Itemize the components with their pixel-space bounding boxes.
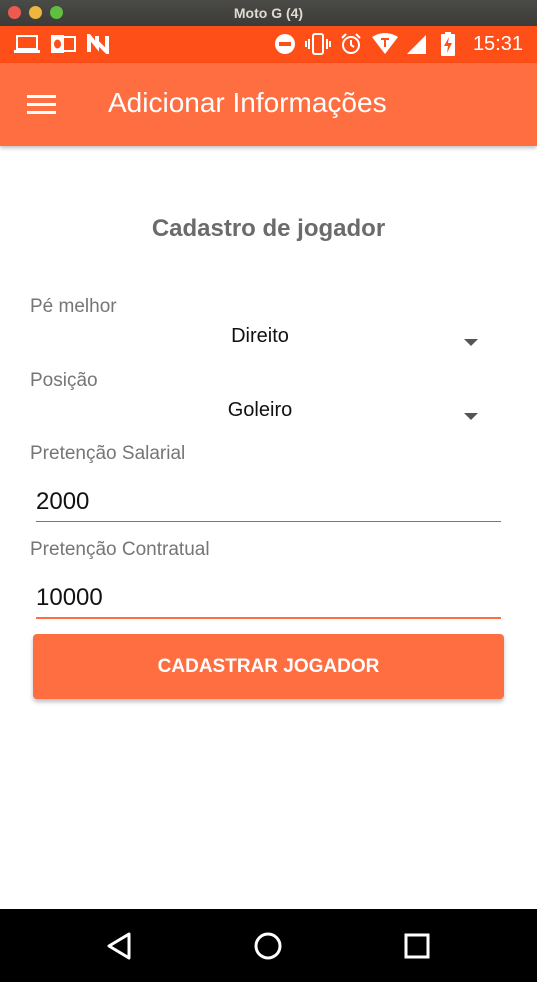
outlook-icon: [51, 33, 76, 55]
chevron-down-icon: [464, 413, 478, 420]
posicao-dropdown[interactable]: Goleiro: [30, 399, 490, 435]
do-not-disturb-icon: [274, 33, 296, 55]
pretencao-contratual-input[interactable]: [36, 579, 501, 617]
navigation-bar: [0, 909, 537, 982]
battery-charging-icon: [440, 32, 456, 56]
pe-melhor-dropdown[interactable]: Direito: [30, 325, 490, 361]
pe-melhor-label: Pé melhor: [30, 296, 117, 317]
vibrate-icon: [304, 33, 332, 55]
home-icon[interactable]: [250, 928, 286, 964]
pretencao-salarial-underline: [36, 521, 501, 522]
pretencao-salarial-label: Pretenção Salarial: [30, 443, 186, 464]
status-bar: 15:31: [0, 26, 537, 63]
recents-icon[interactable]: [399, 928, 435, 964]
wifi-icon: [372, 33, 398, 55]
app-bar: Adicionar Informações: [0, 63, 537, 146]
posicao-value: Goleiro: [227, 399, 293, 421]
pe-melhor-value: Direito: [231, 325, 289, 347]
laptop-icon: [14, 33, 40, 55]
n-app-icon: [87, 33, 109, 55]
page-title: Adicionar Informações: [108, 87, 387, 118]
emulator-title-bar: Moto G (4): [0, 0, 537, 26]
chevron-down-icon: [464, 339, 478, 346]
status-time: 15:31: [472, 33, 523, 55]
back-icon[interactable]: [101, 928, 137, 964]
signal-icon: [405, 33, 427, 55]
pretencao-contratual-label: Pretenção Contratual: [30, 539, 210, 560]
pretencao-salarial-input[interactable]: [36, 483, 501, 521]
pretencao-contratual-underline: [36, 617, 501, 619]
form-title: Cadastro de jogador: [151, 215, 386, 242]
window-title: Moto G (4): [233, 5, 304, 21]
alarm-icon: [340, 33, 362, 55]
hamburger-menu-icon[interactable]: [22, 89, 62, 121]
cadastrar-jogador-button[interactable]: CADASTRAR JOGADOR: [33, 634, 504, 699]
posicao-label: Posição: [30, 370, 98, 391]
